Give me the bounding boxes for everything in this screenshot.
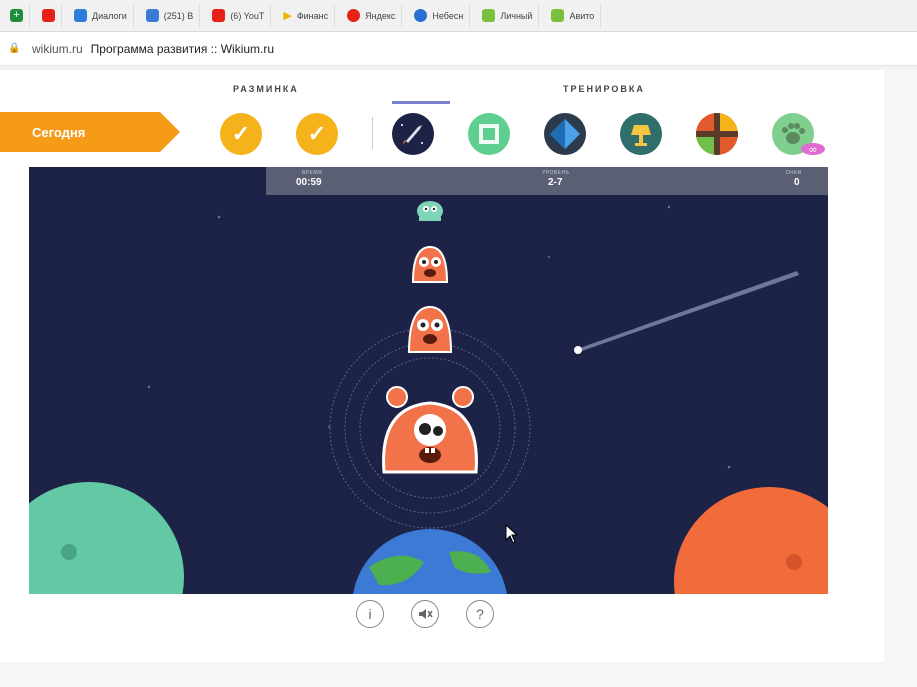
exercise-blue-diamond[interactable]	[544, 113, 586, 155]
chat-icon	[74, 9, 87, 22]
alien-orange-large	[382, 386, 478, 474]
alien-orange-medium	[407, 305, 453, 353]
bookmark-item[interactable]: ▶ Финанс	[277, 4, 336, 27]
space-scene	[29, 201, 828, 594]
diamond-icon	[550, 119, 580, 149]
bookmark-item[interactable]: Небесн	[408, 4, 471, 27]
help-button[interactable]: ?	[466, 600, 494, 628]
completed-exercise-1[interactable]: ✓	[220, 113, 262, 155]
mail-icon	[145, 9, 159, 22]
bookmark-item[interactable]: (251) В	[140, 4, 201, 27]
level-value: 2-7	[548, 177, 563, 188]
exercise-space-rocket[interactable]	[392, 113, 434, 155]
active-exercise-indicator	[392, 101, 450, 104]
youtube-icon	[42, 9, 55, 22]
level-label: УРОВЕНЬ	[542, 170, 570, 176]
sphere-icon	[414, 9, 428, 22]
bookmark-label: Диалоги	[92, 10, 127, 21]
alien-orange-small	[411, 245, 449, 283]
game-canvas[interactable]: ВРЕМЯ 00:59 УРОВЕНЬ 2-7 ОЧКИ 0	[29, 167, 828, 594]
bookmark-item[interactable]: Авито	[545, 4, 602, 27]
address-bar[interactable]: 🔒 wikium.ru Программа развития :: Wikium…	[0, 32, 917, 66]
bookmark-label: (6) YouT	[230, 10, 265, 21]
exercise-green-square[interactable]	[468, 113, 510, 155]
info-icon: i	[368, 606, 372, 622]
exercise-cross[interactable]	[696, 113, 738, 155]
time-value: 00:59	[296, 177, 322, 188]
sound-off-icon	[419, 609, 433, 619]
game-hud: ВРЕМЯ 00:59 УРОВЕНЬ 2-7 ОЧКИ 0	[266, 167, 828, 195]
completed-exercise-2[interactable]: ✓	[296, 113, 338, 155]
sound-toggle-button[interactable]	[411, 600, 439, 628]
youtube-icon	[212, 9, 226, 22]
divider	[372, 117, 373, 149]
square-icon	[479, 124, 499, 144]
exercise-lamp[interactable]	[620, 113, 662, 155]
avito-icon	[482, 9, 496, 22]
yandex-icon	[347, 9, 361, 22]
rocket-icon	[401, 124, 423, 145]
bookmark-label: Небесн	[432, 10, 464, 21]
bookmark-label: Личный	[500, 10, 533, 21]
avito-icon	[551, 9, 565, 22]
browser-window: + Диалоги (251) В (6) YouT ▶ Финанс Яндек…	[0, 0, 917, 687]
page-title: Программа развития :: Wikium.ru	[90, 41, 275, 56]
bookmark-item[interactable]: (6) YouT	[206, 4, 272, 27]
planet-earth	[353, 529, 507, 594]
bookmark-item[interactable]: Личный	[476, 4, 540, 27]
section-training-label: ТРЕНИРОВКА	[563, 84, 645, 94]
help-icon: ?	[476, 606, 484, 622]
bookmark-label: Яндекс	[365, 10, 396, 21]
cross-icon	[696, 113, 738, 155]
lamp-icon	[631, 125, 651, 146]
mouse-cursor-icon	[505, 524, 519, 544]
bookmark-item[interactable]: Диалоги	[68, 4, 134, 27]
lock-icon: 🔒	[8, 42, 21, 54]
svg-text:∞: ∞	[808, 143, 817, 156]
bookmark-item[interactable]: +	[4, 4, 30, 27]
bookmark-item[interactable]: Яндекс	[341, 4, 403, 27]
today-badge	[0, 112, 180, 152]
alien-green-small	[417, 201, 443, 221]
comet	[574, 271, 799, 354]
bookmark-item[interactable]	[36, 4, 62, 27]
today-label: Сегодня	[32, 125, 86, 140]
bookmarks-bar: + Диалоги (251) В (6) YouT ▶ Финанс Яндек…	[0, 0, 917, 32]
section-warmup-label: РАЗМИНКА	[233, 84, 299, 94]
planet-orange	[674, 487, 828, 594]
bookmark-label: (251) В	[163, 10, 194, 21]
page-background	[0, 662, 917, 687]
planet-green	[29, 482, 184, 594]
url-domain: wikium.ru	[32, 41, 83, 56]
score-value: 0	[794, 177, 800, 188]
infinity-badge-icon: ∞	[801, 143, 825, 156]
check-icon: ✓	[307, 121, 327, 146]
time-label: ВРЕМЯ	[302, 170, 323, 176]
check-icon: ✓	[231, 121, 251, 146]
bookmark-label: Авито	[569, 10, 595, 21]
info-button[interactable]: i	[356, 600, 384, 628]
page-background	[884, 70, 917, 687]
play-icon: ▶	[283, 10, 292, 22]
score-label: ОЧКИ	[786, 170, 802, 176]
green-plus-icon: +	[10, 9, 23, 22]
bookmark-label: Финанс	[296, 10, 329, 21]
